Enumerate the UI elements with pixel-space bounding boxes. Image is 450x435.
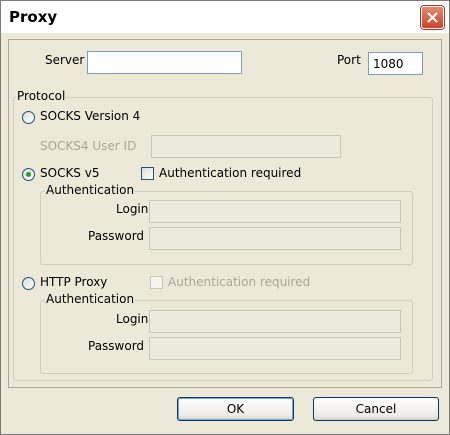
http-password-input[interactable] xyxy=(149,337,401,360)
socks5-password-input[interactable] xyxy=(149,227,401,250)
http-proxy-radio[interactable] xyxy=(22,277,35,290)
socks5-auth-required-label: Authentication required xyxy=(159,166,302,180)
close-button[interactable] xyxy=(421,6,444,29)
http-login-input[interactable] xyxy=(149,310,401,333)
socks5-label: SOCKS v5 xyxy=(40,166,100,180)
http-login-label: Login xyxy=(116,312,149,326)
port-label: Port xyxy=(337,53,361,67)
proxy-dialog: Proxy Server Port Protocol SOCKS Version… xyxy=(0,0,450,435)
close-icon xyxy=(427,12,438,23)
port-input[interactable] xyxy=(368,52,423,75)
title-bar: Proxy xyxy=(1,1,449,33)
server-input[interactable] xyxy=(87,51,242,74)
socks4-user-id-input[interactable] xyxy=(151,135,341,158)
socks5-auth-group-label: Authentication xyxy=(45,183,136,197)
http-password-label: Password xyxy=(88,339,145,353)
socks5-auth-group: Authentication Login Password xyxy=(40,183,413,265)
dialog-client: Server Port Protocol SOCKS Version 4 SOC… xyxy=(4,33,446,431)
protocol-group-label: Protocol xyxy=(16,89,67,103)
radio-selected-dot xyxy=(26,172,31,177)
http-auth-required-checkbox[interactable] xyxy=(150,276,163,289)
cancel-button[interactable]: Cancel xyxy=(313,397,439,421)
http-auth-group: Authentication Login Password xyxy=(40,292,413,374)
socks5-login-input[interactable] xyxy=(149,200,401,223)
server-label: Server xyxy=(45,53,85,67)
http-proxy-label: HTTP Proxy xyxy=(40,275,108,289)
protocol-group: Protocol SOCKS Version 4 SOCKS4 User ID … xyxy=(13,89,433,381)
settings-panel: Server Port Protocol SOCKS Version 4 SOC… xyxy=(8,39,442,388)
window-title: Proxy xyxy=(9,8,58,26)
socks5-login-label: Login xyxy=(116,202,149,216)
socks4-user-id-label: SOCKS4 User ID xyxy=(40,139,137,153)
socks5-radio[interactable] xyxy=(22,168,35,181)
http-auth-required-label: Authentication required xyxy=(168,275,311,289)
socks5-auth-required-checkbox[interactable] xyxy=(141,167,154,180)
socks5-password-label: Password xyxy=(88,229,145,243)
socks4-label: SOCKS Version 4 xyxy=(40,109,141,123)
http-auth-group-label: Authentication xyxy=(45,292,136,306)
ok-button[interactable]: OK xyxy=(177,397,294,421)
socks4-radio[interactable] xyxy=(22,111,35,124)
